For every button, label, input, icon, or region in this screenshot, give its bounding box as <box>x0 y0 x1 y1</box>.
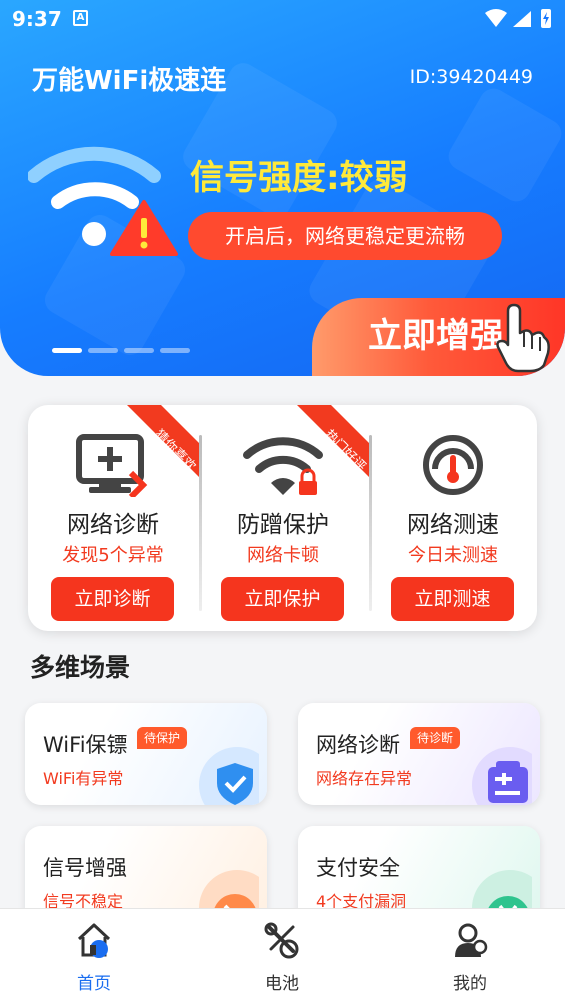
scene-title: 网络诊断 <box>316 733 400 757</box>
signal-strength-title: 信号强度:较弱 <box>190 158 408 198</box>
notification-icon: A <box>73 10 88 26</box>
scene-card-wifi-guard[interactable]: WiFi保镖 待保护 WiFi有异常 <box>25 703 267 805</box>
weak-wifi-warning-icon <box>28 146 178 256</box>
feature-title: 网络诊断 <box>67 512 159 538</box>
diagnose-now-button[interactable]: 立即诊断 <box>51 577 174 621</box>
tab-label: 首页 <box>77 974 111 994</box>
status-icons <box>485 9 551 28</box>
ribbon-badge: 猜你喜欢 <box>121 405 201 485</box>
clipboard-icon <box>472 747 532 805</box>
scene-subtitle: 网络存在异常 <box>316 769 413 788</box>
scene-title: WiFi保镖 <box>43 733 128 757</box>
cell-signal-icon <box>513 11 531 27</box>
protect-now-button[interactable]: 立即保护 <box>221 577 344 621</box>
carousel-dot[interactable] <box>124 348 154 353</box>
speed-test-button[interactable]: 立即测速 <box>391 577 514 621</box>
decor-hexagon <box>443 83 565 207</box>
feature-card: 网络诊断 发现5个异常 立即诊断 猜你喜欢 防蹭保护 网络卡顿 立即保护 热门好… <box>28 405 537 631</box>
tab-home[interactable]: 首页 <box>0 909 188 1004</box>
app-title: 万能WiFi极速连 <box>32 66 227 96</box>
status-bar: 9:37 A <box>0 0 565 38</box>
section-title: 多维场景 <box>30 653 131 682</box>
feature-title: 防蹭保护 <box>237 512 329 538</box>
status-time: 9:37 <box>12 7 62 31</box>
feature-speed-test: 网络测速 今日未测速 立即测速 <box>368 405 537 631</box>
carousel-indicator <box>52 338 196 357</box>
tab-label: 电池 <box>265 974 299 994</box>
profile-icon <box>455 923 488 957</box>
feature-subtitle: 网络卡顿 <box>247 545 319 566</box>
speedometer-icon <box>423 435 483 495</box>
carousel-dot[interactable] <box>88 348 118 353</box>
feature-subtitle: 发现5个异常 <box>62 545 164 566</box>
shield-check-icon <box>199 747 259 805</box>
pointing-hand-icon <box>496 303 550 373</box>
status-badge: 待诊断 <box>410 727 461 749</box>
feature-subtitle: 今日未测速 <box>408 545 498 566</box>
feature-title: 网络测速 <box>407 512 499 538</box>
user-id: ID:39420449 <box>409 66 533 88</box>
tab-label: 我的 <box>453 974 487 994</box>
tab-profile[interactable]: 我的 <box>376 909 564 1004</box>
ribbon-badge: 热门好评 <box>291 405 371 485</box>
scene-subtitle: WiFi有异常 <box>43 769 124 788</box>
bottom-tab-bar: 首页 电池 我的 <box>0 908 565 1004</box>
carousel-dot-active[interactable] <box>52 348 82 353</box>
scene-title: 信号增强 <box>43 856 127 880</box>
battery-tools-icon <box>264 922 299 959</box>
carousel-dot[interactable] <box>160 348 190 353</box>
hero-banner: 9:37 A 万能WiFi极速连 ID:39420449 信号强度:较弱 开启后… <box>0 0 565 376</box>
signal-hint-pill[interactable]: 开启后，网络更稳定更流畅 <box>188 212 502 260</box>
scene-title: 支付安全 <box>316 856 400 880</box>
status-badge: 待保护 <box>137 727 188 749</box>
tab-battery[interactable]: 电池 <box>188 909 376 1004</box>
scene-card-network-diagnose[interactable]: 网络诊断 待诊断 网络存在异常 <box>298 703 540 805</box>
wifi-status-icon <box>485 9 507 27</box>
home-icon <box>77 923 111 958</box>
